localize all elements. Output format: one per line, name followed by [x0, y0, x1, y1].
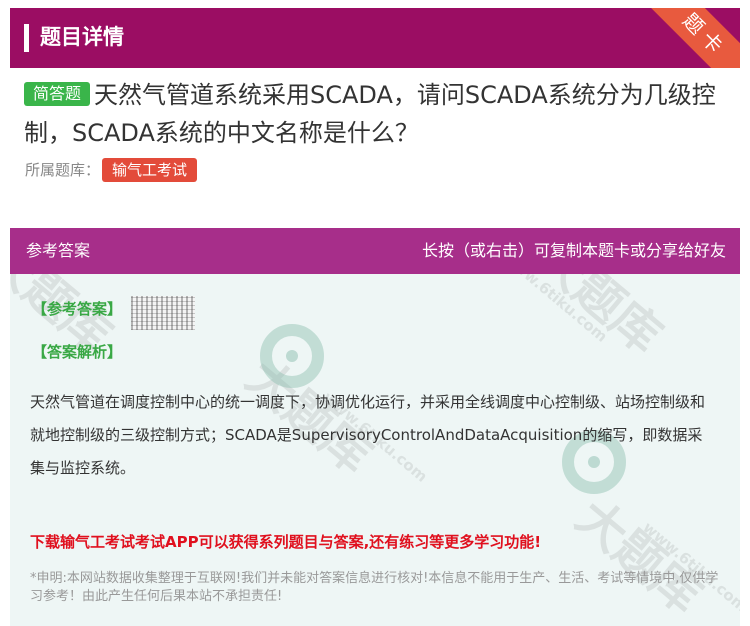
question-bank-row: 所属题库： 输气工考试 [25, 158, 198, 182]
question-bank-link[interactable]: 输气工考试 [102, 158, 198, 182]
answer-header: 参考答案 长按（或右击）可复制本题卡或分享给好友 [10, 228, 740, 274]
header-accent-bar [24, 24, 29, 52]
watermark-logo-icon [260, 324, 324, 388]
page-header: 题目详情 题卡 [10, 8, 740, 68]
reference-answer-image [131, 296, 195, 330]
analysis-label: 【答案解析】 [32, 343, 123, 361]
analysis-text: 天然气管道在调度控制中心的统一调度下，协调优化运行，并采用全线调度中心控制级、站… [30, 393, 706, 477]
share-hint[interactable]: 长按（或右击）可复制本题卡或分享给好友 [422, 228, 726, 274]
disclaimer-text: *申明:本网站数据收集整理于互联网!我们并未能对答案信息进行核对!本信息不能用于… [30, 571, 719, 604]
question-text: 天然气管道系统采用SCADA，请问SCADA系统分为几级控制，SCADA系统的中… [24, 81, 716, 147]
question-bank-label: 所属题库： [25, 161, 101, 179]
page-title: 题目详情 [40, 25, 124, 49]
download-app-link[interactable]: 下载输气工考试考试APP可以获得系列题目与答案,还有练习等更多学习功能! [30, 531, 541, 552]
question-type-badge: 简答题 [24, 82, 91, 106]
reference-answer-label: 【参考答案】 [32, 300, 123, 318]
answer-header-title: 参考答案 [26, 241, 91, 260]
question-card-ribbon[interactable]: 题卡 [638, 8, 740, 68]
answer-panel: 大题库 大题库 大题库 大题库 www.6tiku.com www.6tiku.… [10, 228, 740, 626]
question-block: 简答题 天然气管道系统采用SCADA，请问SCADA系统分为几级控制，SCADA系… [24, 76, 734, 152]
